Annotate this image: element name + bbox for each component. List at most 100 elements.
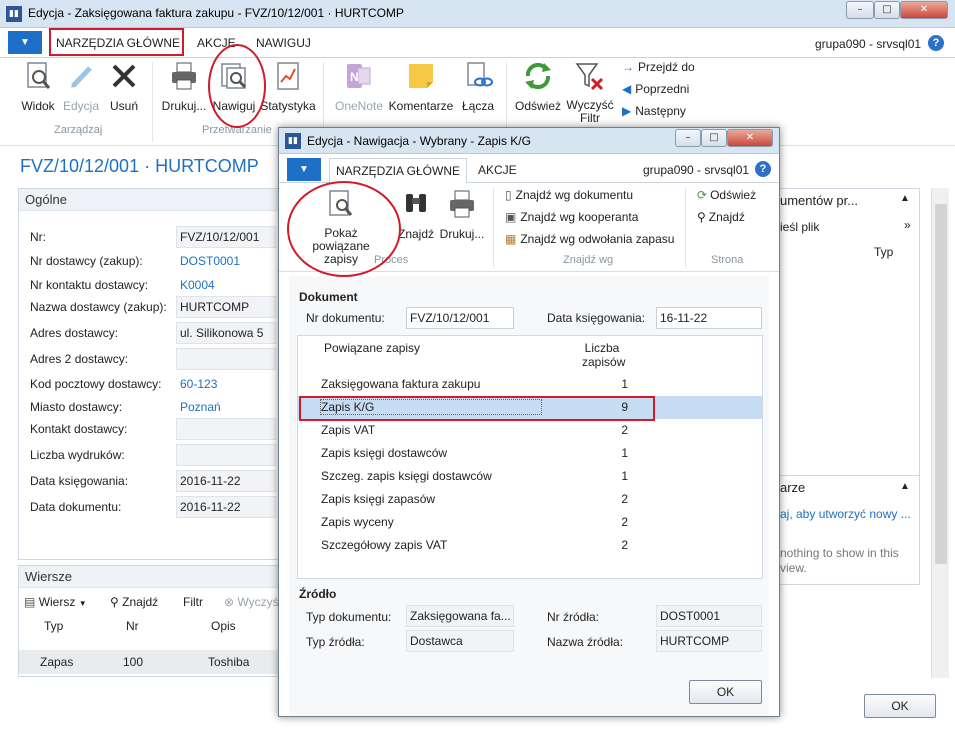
entry-count-cell: 2 (621, 423, 628, 437)
col-related-entries[interactable]: Powiązane zapisy (324, 341, 420, 355)
onenote-button[interactable]: N OneNote (332, 60, 386, 113)
clear-filter-icon (575, 63, 604, 91)
general-field-value[interactable]: 60-123 (176, 373, 276, 395)
edit-button[interactable]: Edycja (62, 60, 100, 113)
file-menu-button[interactable]: ▼ (8, 31, 42, 54)
lines-clear-button[interactable]: ⊗ Wyczyść (224, 595, 285, 609)
links-button[interactable]: Łącza (458, 60, 498, 113)
lines-col-no[interactable]: Nr (126, 619, 139, 633)
find-by-item-ref-link[interactable]: ▦ Znajdź wg odwołania zapasu (505, 232, 674, 246)
binoculars-icon: ⚲ (110, 595, 119, 609)
find-by-contact-link[interactable]: ▣ Znajdź wg kooperanta (505, 210, 638, 224)
col-entry-count[interactable]: Liczba zapisów (582, 341, 625, 369)
general-field-label: Nazwa dostawcy (zakup): (30, 300, 167, 314)
close-button[interactable]: ✕ (900, 1, 948, 19)
doc-no-field[interactable]: FVZ/10/12/001 (406, 307, 514, 329)
general-field-label: Nr kontaktu dostawcy: (30, 278, 149, 292)
lines-filter-button[interactable]: Filtr (183, 595, 203, 609)
general-field-value[interactable]: Poznań (176, 396, 276, 418)
posting-date-field[interactable]: 16-11-22 (656, 307, 762, 329)
notes-factbox-header[interactable]: arze (780, 480, 805, 495)
maximize-button[interactable]: □ (874, 1, 900, 19)
dialog-find-button[interactable]: Znajdź (395, 188, 437, 241)
triangle-left-icon: ◀ (622, 82, 632, 96)
clear-filter-button[interactable]: Wyczyść Filtr (564, 60, 616, 125)
print-button[interactable]: Drukuj... (160, 60, 208, 113)
documents-factbox-header[interactable]: umentów pr... (780, 193, 858, 208)
tab-navigate[interactable]: NAWIGUJ (256, 36, 311, 50)
dialog-ok-button[interactable]: OK (689, 680, 762, 704)
general-field-value (176, 418, 276, 440)
entry-name-cell: Zapis księgi zapasów (321, 492, 436, 506)
general-field-value (176, 348, 276, 370)
col-entry-count-1: Liczba (584, 341, 620, 355)
collapse-up-icon[interactable]: ▲ (900, 481, 910, 492)
line-menu-button[interactable]: ▤ Wiersz ▼ (24, 595, 87, 609)
general-field-value (176, 444, 276, 466)
general-field-label: Kod pocztowy dostawcy: (30, 377, 162, 391)
posting-date-label: Data księgowania: (547, 311, 646, 325)
collapse-up-icon[interactable]: ▲ (900, 193, 910, 204)
dialog-minimize-button[interactable]: – (675, 129, 701, 147)
find-by-document-link[interactable]: ▯ Znajdź wg dokumentu (505, 188, 633, 202)
notes-button[interactable]: Komentarze (388, 60, 454, 113)
delete-button[interactable]: Usuń (106, 60, 142, 113)
find-by-document-label: Znajdź wg dokumentu (515, 188, 634, 202)
dialog-maximize-button[interactable]: □ (701, 129, 727, 147)
annotation-box-gl-entry (299, 396, 655, 421)
dialog-print-button[interactable]: Drukuj... (439, 188, 485, 241)
line-type-cell: Zapas (40, 655, 74, 669)
account-label: grupa090 - srvsql01 (815, 37, 922, 51)
table-row[interactable]: Zapis wyceny 2 (298, 511, 762, 534)
attach-file-link[interactable]: ieśl plik (780, 220, 819, 234)
dialog-file-menu-button[interactable]: ▼ (287, 158, 321, 181)
svg-text:N: N (350, 70, 359, 84)
lines-header[interactable]: Wiersze (19, 566, 283, 588)
main-ok-button[interactable]: OK (864, 694, 936, 718)
goto-link[interactable]: → Przejdź do (622, 60, 695, 74)
dialog-close-button[interactable]: ✕ (727, 129, 773, 147)
view-label: Widok (21, 99, 55, 113)
lines-col-type[interactable]: Typ (44, 619, 63, 633)
table-row[interactable]: Zapis księgi dostawców 1 (298, 442, 762, 465)
annotation-circle-navigate (208, 44, 266, 128)
table-row[interactable]: Szczegółowy zapis VAT 2 (298, 534, 762, 557)
general-field-value: 2016-11-22 (176, 496, 276, 518)
dialog-tab-actions[interactable]: AKCJE (478, 163, 517, 177)
table-row[interactable]: Zapis VAT 2 (298, 419, 762, 442)
lines-col-desc[interactable]: Opis (211, 619, 236, 633)
dialog-find2-link[interactable]: ⚲ Znajdź (697, 210, 745, 224)
refresh-button[interactable]: Odśwież (514, 60, 562, 113)
general-field-value[interactable]: K0004 (176, 274, 276, 296)
dialog-tab-home[interactable]: NARZĘDZIA GŁÓWNE (329, 158, 468, 184)
general-field-label: Kontakt dostawcy: (30, 422, 128, 436)
general-header[interactable]: Ogólne (19, 189, 283, 211)
statistics-button[interactable]: Statystyka (258, 60, 318, 113)
table-row[interactable]: Zaksięgowana faktura zakupu 1 (298, 373, 762, 396)
general-field-value[interactable]: DOST0001 (176, 250, 276, 272)
view-button[interactable]: Widok (18, 60, 58, 113)
lines-find-button[interactable]: ⚲ Znajdź (110, 595, 158, 609)
source-name-field: HURTCOMP (656, 630, 762, 652)
help-icon[interactable]: ? (928, 35, 944, 51)
printer-icon (172, 62, 196, 90)
lines-find-label: Znajdź (122, 595, 159, 609)
entry-count-cell: 2 (621, 515, 628, 529)
entry-name-cell: Zapis księgi dostawców (321, 446, 448, 460)
help-icon[interactable]: ? (755, 161, 771, 177)
minimize-button[interactable]: – (846, 1, 874, 19)
create-note-link[interactable]: aj, aby utworzyć nowy ... (780, 507, 911, 521)
next-link[interactable]: ▶ Następny (622, 104, 686, 118)
notes-label: Komentarze (388, 99, 454, 113)
page-scrollbar[interactable] (931, 188, 949, 678)
dialog-title: Edycja - Nawigacja - Wybrany - Zapis K/G (307, 134, 531, 148)
line-icon: ▤ (24, 595, 36, 609)
table-row[interactable]: Szczeg. zapis księgi dostawców 1 (298, 465, 762, 488)
previous-link[interactable]: ◀ Poprzedni (622, 82, 689, 96)
printer-icon (450, 190, 474, 218)
table-row[interactable]: Zapis księgi zapasów 2 (298, 488, 762, 511)
scrollbar-thumb[interactable] (935, 204, 947, 564)
dialog-tab-bar: ▼ NARZĘDZIA GŁÓWNE AKCJE grupa090 - srvs… (279, 155, 779, 184)
double-chevron-right-icon[interactable]: » (904, 218, 911, 232)
dialog-refresh-link[interactable]: ⟳ Odśwież (697, 188, 756, 202)
